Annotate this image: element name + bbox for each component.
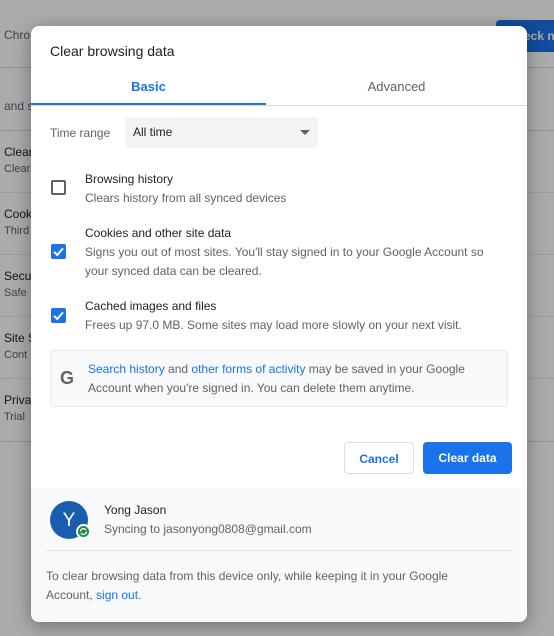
sign-out-link[interactable]: sign out (96, 588, 138, 602)
time-range-value: All time (133, 125, 173, 139)
time-range-label: Time range (50, 126, 111, 140)
dialog-title: Clear browsing data (50, 43, 175, 59)
cancel-button[interactable]: Cancel (344, 442, 414, 474)
option-title: Cached images and files (85, 299, 217, 313)
checkmark-icon (53, 311, 64, 321)
footer-note-text: Account, (46, 588, 97, 602)
google-activity-info-box: G Search history and other forms of acti… (50, 350, 508, 407)
option-description-line: your synced data can be cleared. (85, 264, 262, 278)
option-title: Browsing history (85, 172, 174, 186)
cookies-checkbox[interactable] (51, 244, 66, 259)
footer-note: To clear browsing data from this device … (46, 567, 496, 605)
account-name: Yong Jason (104, 503, 167, 517)
option-browsing-history: Browsing history Clears history from all… (50, 171, 510, 211)
option-cookies: Cookies and other site data Signs you ou… (50, 225, 510, 285)
checkmark-icon (53, 247, 64, 257)
sync-status: Syncing to jasonyong0808@gmail.com (104, 522, 312, 536)
browsing-history-checkbox[interactable] (51, 180, 66, 195)
tab-advanced[interactable]: Advanced (279, 72, 514, 105)
google-g-icon: G (60, 368, 75, 388)
info-text-segment: may be saved in your Google (305, 362, 465, 376)
dropdown-caret-icon (300, 130, 310, 135)
option-title: Cookies and other site data (85, 226, 232, 240)
info-text-segment: and (164, 362, 192, 376)
dialog-tabs: Basic Advanced (31, 72, 527, 106)
time-range-select[interactable]: All time (125, 117, 318, 148)
footer-note-line: To clear browsing data from this device … (46, 569, 448, 583)
sync-icon (76, 524, 91, 539)
search-history-link[interactable]: Search history (88, 362, 165, 376)
divider (46, 550, 512, 551)
option-cached-images: Cached images and files Frees up 97.0 MB… (50, 298, 510, 338)
clear-data-button[interactable]: Clear data (423, 442, 512, 474)
info-text-line: Account when you're signed in. You can d… (88, 381, 415, 395)
clear-browsing-data-dialog: Clear browsing data Basic Advanced Time … (31, 26, 527, 622)
option-description-line: Signs you out of most sites. You'll stay… (85, 245, 484, 259)
cached-images-checkbox[interactable] (51, 308, 66, 323)
tab-basic[interactable]: Basic (31, 72, 266, 105)
info-text: Search history and other forms of activi… (88, 360, 498, 398)
option-description: Clears history from all synced devices (85, 191, 287, 205)
option-description: Frees up 97.0 MB. Some sites may load mo… (85, 318, 462, 332)
other-activity-link[interactable]: other forms of activity (191, 362, 305, 376)
option-description: Signs you out of most sites. You'll stay… (85, 243, 515, 281)
footer-note-text: . (138, 588, 142, 602)
account-footer: Y Yong Jason Syncing to jasonyong0808@gm… (31, 489, 527, 622)
